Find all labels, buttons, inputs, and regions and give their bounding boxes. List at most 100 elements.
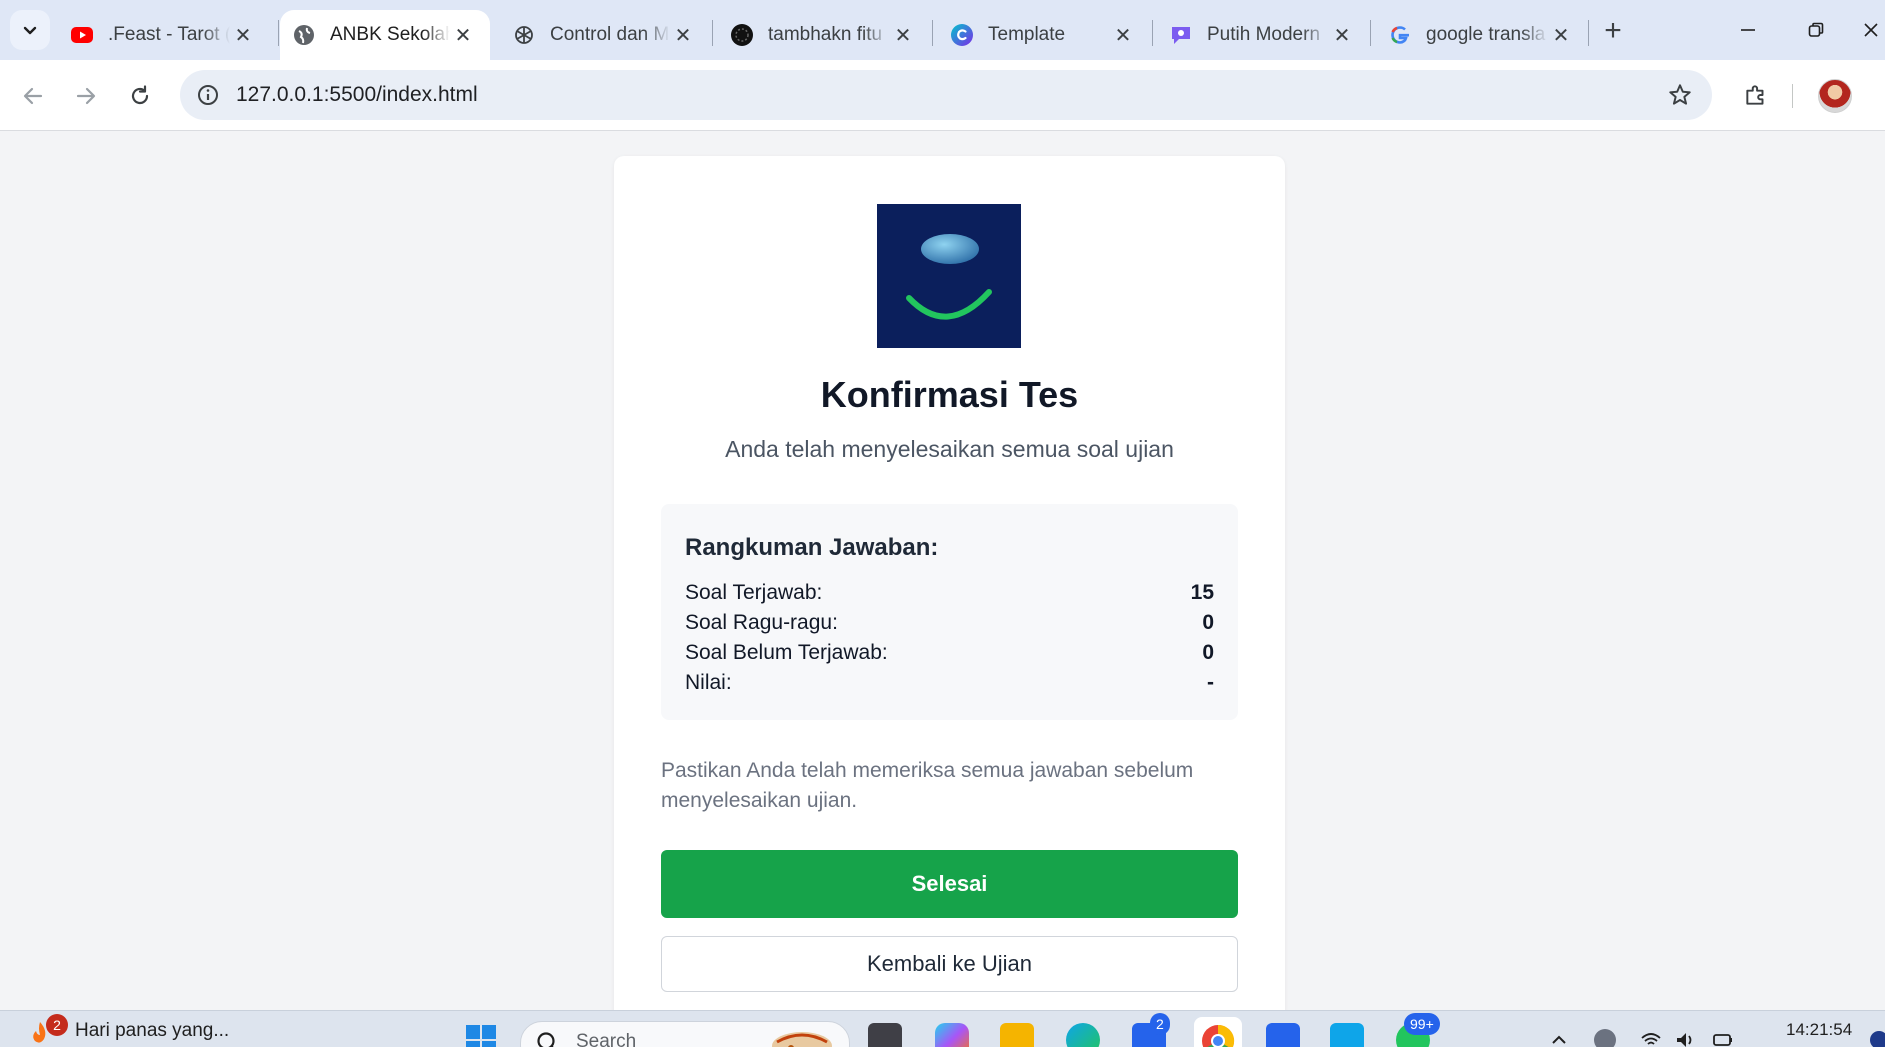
tab-putih-modern[interactable]: Putih Modern ✕ xyxy=(1157,10,1369,60)
calendar-icon[interactable] xyxy=(1266,1023,1300,1047)
close-icon[interactable]: ✕ xyxy=(890,22,916,48)
site-info-icon[interactable] xyxy=(194,81,222,109)
tab-title: tambhakn fitu xyxy=(768,24,890,46)
close-icon[interactable]: ✕ xyxy=(670,22,696,48)
tab-separator xyxy=(932,20,933,46)
summary-value: 0 xyxy=(1202,641,1214,665)
puzzle-icon xyxy=(1743,82,1769,108)
smile-logo-icon xyxy=(877,204,1021,348)
summary-value: 15 xyxy=(1191,581,1214,605)
page-title: Konfirmasi Tes xyxy=(614,374,1285,416)
confirmation-note: Pastikan Anda telah memeriksa semua jawa… xyxy=(661,756,1238,816)
summary-value: 0 xyxy=(1202,611,1214,635)
summary-row-unanswered: Soal Belum Terjawab: 0 xyxy=(685,638,1214,668)
chevron-down-icon xyxy=(21,21,39,39)
search-placeholder: Search xyxy=(576,1031,636,1047)
globe-icon xyxy=(292,23,316,47)
answer-summary: Rangkuman Jawaban: Soal Terjawab: 15 Soa… xyxy=(661,504,1238,720)
reload-button[interactable] xyxy=(120,76,160,116)
chrome-icon xyxy=(1194,1017,1242,1047)
close-icon[interactable]: ✕ xyxy=(1329,22,1355,48)
wifi-icon[interactable] xyxy=(1640,1029,1662,1047)
summary-label: Soal Terjawab: xyxy=(685,581,822,605)
app-logo xyxy=(877,204,1021,348)
close-icon[interactable]: ✕ xyxy=(230,22,256,48)
edge-icon[interactable] xyxy=(1066,1023,1100,1047)
extensions-button[interactable] xyxy=(1738,77,1774,113)
summary-row-doubtful: Soal Ragu-ragu: 0 xyxy=(685,608,1214,638)
chrome-taskbar-item[interactable] xyxy=(1194,1017,1242,1047)
summary-label: Soal Belum Terjawab: xyxy=(685,641,888,665)
copilot-icon[interactable] xyxy=(935,1023,969,1047)
tab-separator xyxy=(1152,20,1153,46)
search-highlight-icon xyxy=(769,1026,835,1047)
volume-icon[interactable] xyxy=(1674,1029,1696,1047)
google-icon xyxy=(1388,23,1412,47)
bookmark-star-icon[interactable] xyxy=(1666,81,1694,109)
restore-button[interactable] xyxy=(1788,12,1844,48)
taskbar-clock[interactable]: 14:21:54 xyxy=(1786,1020,1852,1040)
whatsapp-badge: 99+ xyxy=(1404,1013,1440,1035)
tab-template[interactable]: Template ✕ xyxy=(938,10,1150,60)
tab-separator xyxy=(278,20,279,46)
minimize-button[interactable] xyxy=(1720,12,1776,48)
tab-feast[interactable]: .Feast - Tarot ( ✕ xyxy=(58,10,270,60)
canva-icon xyxy=(950,23,974,47)
profile-avatar[interactable] xyxy=(1818,79,1852,113)
youtube-icon xyxy=(70,23,94,47)
finish-button[interactable]: Selesai xyxy=(661,850,1238,918)
confirmation-card: Konfirmasi Tes Anda telah menyelesaikan … xyxy=(614,156,1285,1010)
tab-control[interactable]: Control dan M ✕ xyxy=(500,10,710,60)
close-icon[interactable]: ✕ xyxy=(450,22,476,48)
tab-search-button[interactable] xyxy=(10,10,50,50)
tab-strip: .Feast - Tarot ( ✕ ANBK Sekolah ✕ Contro… xyxy=(0,0,1885,60)
tab-separator xyxy=(1588,20,1589,46)
forward-button[interactable] xyxy=(66,76,106,116)
tab-google-translate[interactable]: google transla ✕ xyxy=(1376,10,1588,60)
search-icon xyxy=(535,1030,561,1047)
chat-bubble-icon xyxy=(1169,23,1193,47)
file-explorer-icon[interactable] xyxy=(1000,1023,1034,1047)
close-icon[interactable]: ✕ xyxy=(1110,22,1136,48)
summary-title: Rangkuman Jawaban: xyxy=(685,534,938,562)
restore-icon xyxy=(1807,21,1825,39)
back-to-exam-button[interactable]: Kembali ke Ujian xyxy=(661,936,1238,992)
back-button[interactable] xyxy=(13,76,53,116)
taskbar-search[interactable]: Search xyxy=(520,1021,850,1047)
address-bar[interactable]: 127.0.0.1:5500/index.html xyxy=(180,70,1712,120)
summary-label: Soal Ragu-ragu: xyxy=(685,611,838,635)
close-window-button[interactable] xyxy=(1856,12,1885,48)
address-url[interactable]: 127.0.0.1:5500/index.html xyxy=(236,83,478,107)
task-view-icon[interactable] xyxy=(868,1023,902,1047)
notification-icon[interactable] xyxy=(1870,1031,1885,1047)
chevron-up-icon[interactable] xyxy=(1548,1029,1570,1047)
tab-title: Putih Modern xyxy=(1207,24,1329,46)
tab-anbk[interactable]: ANBK Sekolah ✕ xyxy=(280,10,490,60)
battery-icon[interactable] xyxy=(1712,1029,1734,1047)
tab-title: ANBK Sekolah xyxy=(330,24,450,46)
summary-row-answered: Soal Terjawab: 15 xyxy=(685,578,1214,608)
browser-toolbar: 127.0.0.1:5500/index.html xyxy=(0,60,1885,131)
tab-title: Control dan M xyxy=(550,24,670,46)
tab-separator xyxy=(712,20,713,46)
weather-text[interactable]: Hari panas yang... xyxy=(75,1020,229,1042)
vscode-icon[interactable] xyxy=(1330,1023,1364,1047)
summary-row-score: Nilai: - xyxy=(685,668,1214,698)
close-icon[interactable]: ✕ xyxy=(1548,22,1574,48)
arrow-left-icon xyxy=(21,84,45,108)
windows-start-icon[interactable] xyxy=(464,1023,498,1047)
close-window-icon xyxy=(1862,21,1880,39)
onedrive-icon[interactable] xyxy=(1594,1029,1616,1047)
summary-label: Nilai: xyxy=(685,671,732,695)
page-subtitle: Anda telah menyelesaikan semua soal ujia… xyxy=(614,436,1285,463)
minimize-icon xyxy=(1739,21,1757,39)
mail-badge: 2 xyxy=(1150,1013,1170,1035)
windows-taskbar: 2 Hari panas yang... Search 2 99+ 14:21:… xyxy=(0,1010,1885,1047)
arrow-right-icon xyxy=(74,84,98,108)
tab-title: Template xyxy=(988,24,1110,46)
toolbar-divider xyxy=(1792,84,1793,108)
new-tab-button[interactable]: + xyxy=(1596,14,1630,48)
tab-title: google transla xyxy=(1426,24,1548,46)
tab-tambhakn[interactable]: tambhakn fitu ✕ xyxy=(718,10,930,60)
reload-icon xyxy=(128,84,152,108)
